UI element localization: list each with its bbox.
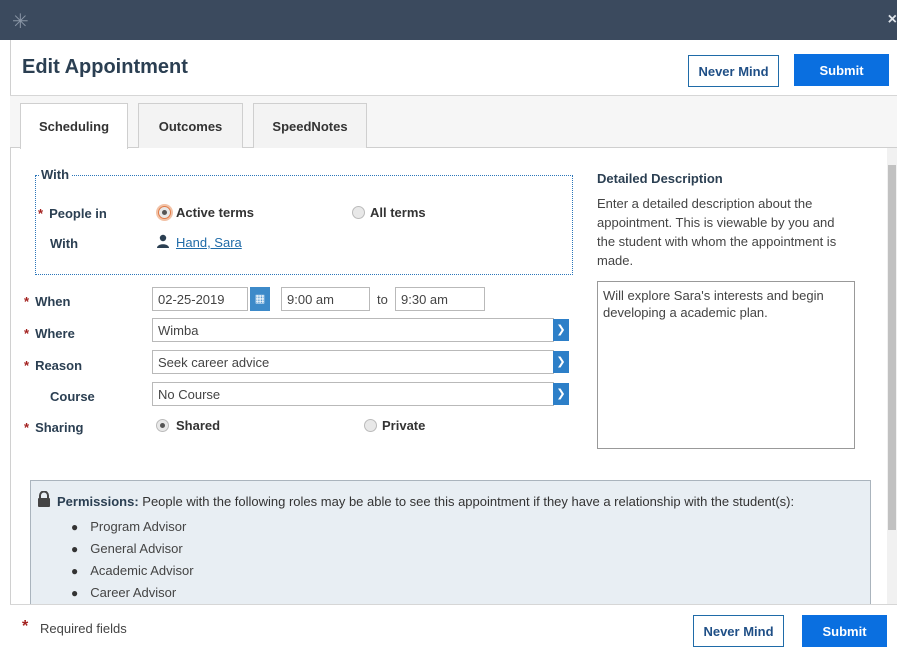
all-terms-label[interactable]: All terms bbox=[370, 205, 426, 220]
date-input[interactable]: 02-25-2019 bbox=[152, 287, 248, 311]
required-fields-note: Required fields bbox=[40, 621, 127, 636]
description-help: Enter a detailed description about the a… bbox=[597, 196, 837, 268]
tab-speednotes[interactable]: SpeedNotes bbox=[253, 103, 367, 148]
with-legend: With bbox=[39, 167, 72, 182]
end-time-input[interactable]: 9:30 am bbox=[395, 287, 485, 311]
app-logo-icon: ✳ bbox=[12, 11, 29, 33]
all-terms-radio[interactable] bbox=[352, 206, 365, 219]
course-chevron-down-icon[interactable]: ❯ bbox=[553, 383, 569, 405]
scheduling-panel: With * People in Active terms All terms W… bbox=[10, 148, 887, 604]
active-terms-label[interactable]: Active terms bbox=[176, 205, 254, 220]
description-textarea[interactable]: Will explore Sara's interests and begin … bbox=[597, 281, 855, 449]
to-label: to bbox=[377, 292, 388, 307]
sharing-label: * Sharing bbox=[24, 420, 84, 435]
permissions-panel: Permissions: People with the following r… bbox=[30, 480, 871, 604]
tab-outcomes[interactable]: Outcomes bbox=[138, 103, 243, 148]
list-item: General Advisor bbox=[71, 538, 194, 560]
permissions-text: Permissions: People with the following r… bbox=[57, 494, 795, 509]
list-item: Program Advisor bbox=[71, 516, 194, 538]
with-label: With bbox=[50, 236, 79, 251]
reason-label: * Reason bbox=[24, 358, 83, 373]
dialog-header: Edit Appointment Never Mind Submit bbox=[10, 40, 897, 96]
required-icon: * bbox=[22, 618, 29, 635]
close-icon[interactable]: × bbox=[888, 11, 897, 29]
course-select[interactable]: No Course bbox=[152, 382, 554, 406]
footer-never-mind-button[interactable]: Never Mind bbox=[693, 615, 784, 647]
dialog-footer: * Required fields Never Mind Submit bbox=[10, 604, 897, 650]
list-item: Career Advisor bbox=[71, 582, 194, 604]
footer-submit-button[interactable]: Submit bbox=[802, 615, 887, 647]
calendar-icon[interactable]: ▦ bbox=[250, 287, 270, 311]
lock-icon bbox=[37, 490, 51, 510]
scrollbar-thumb[interactable] bbox=[888, 165, 896, 530]
private-radio[interactable] bbox=[364, 419, 377, 432]
shared-radio[interactable] bbox=[156, 419, 169, 432]
submit-button[interactable]: Submit bbox=[794, 54, 889, 86]
required-icon: * bbox=[38, 206, 44, 221]
where-chevron-down-icon[interactable]: ❯ bbox=[553, 319, 569, 341]
student-link[interactable]: Hand, Sara bbox=[176, 235, 242, 250]
roles-list: Program Advisor General Advisor Academic… bbox=[71, 516, 194, 604]
tab-scheduling[interactable]: Scheduling bbox=[20, 103, 128, 149]
where-select[interactable]: Wimba bbox=[152, 318, 554, 342]
description-title: Detailed Description bbox=[597, 171, 723, 186]
start-time-input[interactable]: 9:00 am bbox=[281, 287, 370, 311]
active-terms-radio[interactable] bbox=[158, 206, 171, 219]
page-title: Edit Appointment bbox=[22, 56, 188, 78]
never-mind-button[interactable]: Never Mind bbox=[688, 55, 779, 87]
person-icon bbox=[156, 234, 170, 251]
course-label: Course bbox=[50, 389, 95, 404]
where-label: * Where bbox=[24, 326, 75, 341]
private-label[interactable]: Private bbox=[382, 418, 425, 433]
with-fieldset bbox=[35, 175, 573, 275]
reason-select[interactable]: Seek career advice bbox=[152, 350, 554, 374]
tab-bar: Scheduling Outcomes SpeedNotes bbox=[10, 96, 897, 149]
reason-chevron-down-icon[interactable]: ❯ bbox=[553, 351, 569, 373]
people-in-label: * People in bbox=[38, 206, 107, 221]
shared-label[interactable]: Shared bbox=[176, 418, 220, 433]
when-label: * When bbox=[24, 294, 71, 309]
list-item: Academic Advisor bbox=[71, 560, 193, 582]
window-titlebar: ✳ × bbox=[0, 0, 897, 40]
